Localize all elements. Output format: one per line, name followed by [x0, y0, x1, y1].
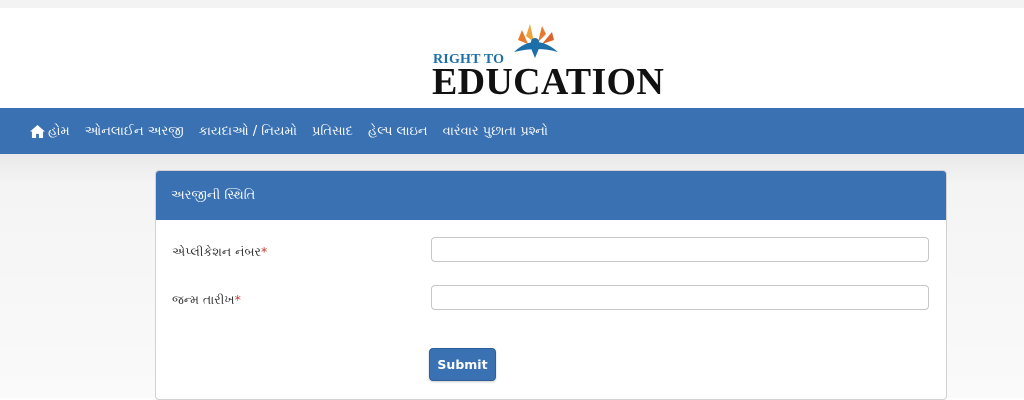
nav-item-label: વારંવાર પુછાતા પ્રશ્નો [442, 123, 549, 139]
required-mark: * [261, 244, 268, 259]
field-label-text: એપ્લીકેશન નંબર [172, 244, 261, 259]
birth-date-label: જન્મ તારીખ* [172, 292, 241, 308]
panel-title: અરજીની સ્થિતિ [156, 171, 946, 220]
home-icon [30, 124, 45, 138]
nav-item-home[interactable]: હોમ [30, 124, 70, 139]
nav-item-label: હોમ [48, 123, 70, 139]
nav-item-label: કાયદાઓ / નિયમો [198, 123, 297, 139]
nav-item-label: ઓનલાઈન અરજી [84, 123, 184, 139]
nav-item-helpline[interactable]: હેલ્પ લાઇન [368, 124, 428, 139]
submit-button[interactable]: Submit [429, 348, 496, 381]
nav-item-online-application[interactable]: ઓનલાઈન અરજી [85, 124, 184, 139]
application-number-label: એપ્લીકેશન નંબર* [172, 244, 267, 260]
rte-logo[interactable]: RIGHT TO EDUCATION [432, 22, 672, 103]
nav-item-rules[interactable]: કાયદાઓ / નિયમો [199, 124, 297, 139]
top-strip [0, 0, 1024, 8]
logo-title: EDUCATION [432, 61, 665, 103]
nav-item-label: પ્રતિસાદ [311, 123, 353, 139]
nav-item-label: હેલ્પ લાઇન [367, 123, 428, 139]
site-header: RIGHT TO EDUCATION [0, 8, 1024, 108]
field-label-text: જન્મ તારીખ [172, 292, 235, 307]
nav-item-feedback[interactable]: પ્રતિસાદ [312, 124, 353, 139]
main-navbar: હોમ ઓનલાઈન અરજી કાયદાઓ / નિયમો પ્રતિસાદ … [0, 108, 1024, 154]
required-mark: * [234, 292, 241, 307]
person-with-book-emblem-icon [514, 24, 558, 58]
birth-date-input[interactable] [431, 285, 929, 310]
nav-item-faq[interactable]: વારંવાર પુછાતા પ્રશ્નો [443, 124, 548, 139]
application-status-panel: અરજીની સ્થિતિ એપ્લીકેશન નંબર* જન્મ તારીખ… [155, 170, 947, 400]
application-number-input[interactable] [431, 237, 929, 262]
